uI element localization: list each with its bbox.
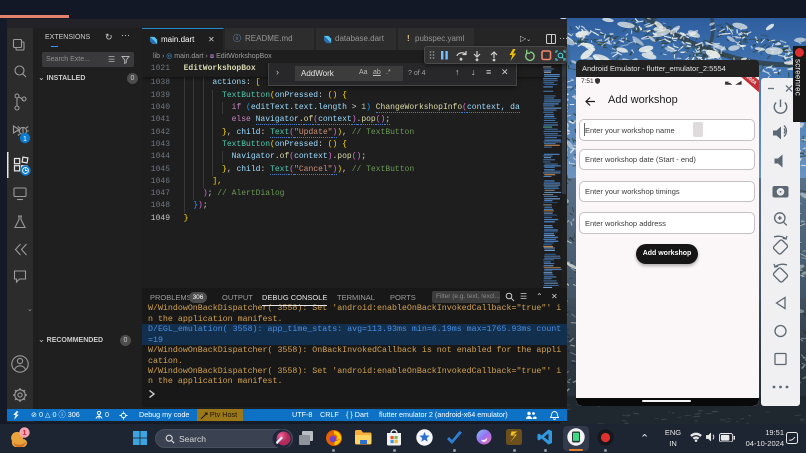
svg-text:⌄: ⌄ xyxy=(27,306,33,313)
svg-text:1: 1 xyxy=(22,428,26,437)
svg-text:1: 1 xyxy=(23,136,27,143)
